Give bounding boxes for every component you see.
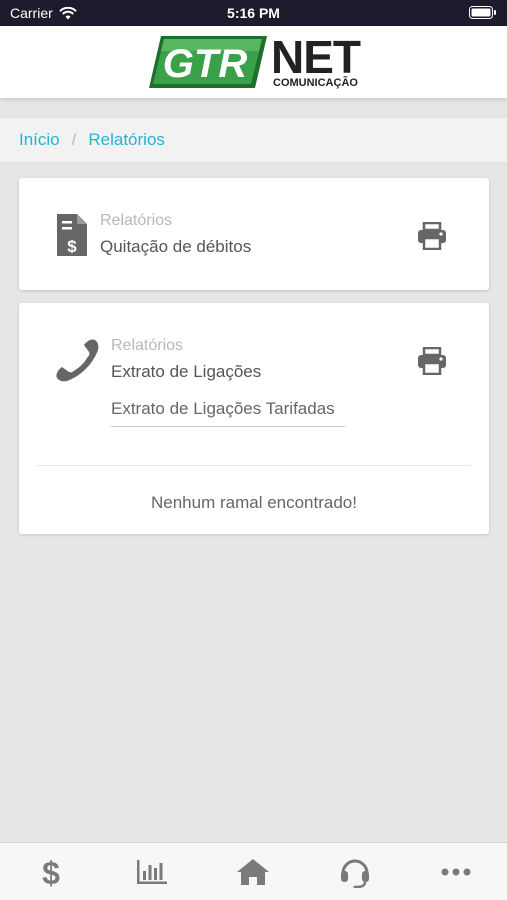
- logo-net-text: NET: [271, 31, 361, 83]
- printer-icon[interactable]: [417, 347, 447, 375]
- svg-text:$: $: [42, 855, 60, 889]
- home-icon: [237, 858, 270, 885]
- tab-reports[interactable]: [122, 847, 182, 897]
- carrier-indicator: Carrier: [10, 5, 77, 21]
- bottom-tab-bar: $: [0, 842, 507, 900]
- svg-text:$: $: [67, 237, 77, 256]
- card-category-label: Relatórios: [111, 337, 184, 354]
- dollar-icon: $: [42, 855, 60, 889]
- logo-net-block: NET COMUNICAÇÃO: [271, 31, 361, 89]
- status-bar: Carrier 5:16 PM: [0, 0, 507, 26]
- carrier-label: Carrier: [10, 5, 53, 21]
- breadcrumb: Início / Relatórios: [0, 118, 507, 162]
- card-divider: [37, 465, 471, 466]
- tab-finance[interactable]: $: [21, 847, 81, 897]
- empty-extension-message: Nenhum ramal encontrado!: [150, 493, 357, 512]
- card-category-label: Relatórios: [100, 212, 173, 229]
- logo-gtr-text: GTR: [163, 42, 248, 86]
- breadcrumb-separator: /: [71, 130, 77, 149]
- breadcrumb-reports-link[interactable]: Relatórios: [88, 130, 165, 150]
- gtr-net-logo: GTR NET COMUNICAÇÃO: [147, 31, 361, 92]
- tab-more[interactable]: [426, 847, 486, 897]
- report-card-call-statement: Relatórios Extrato de Ligações Extrato d…: [19, 303, 489, 534]
- app-header: GTR NET COMUNICAÇÃO: [0, 26, 507, 98]
- phone-icon: [56, 339, 99, 382]
- report-card-debt-settlement[interactable]: $ Relatórios Quitação de débitos: [19, 178, 489, 290]
- card-title: Quitação de débitos: [100, 237, 252, 256]
- receipt-dollar-icon: $: [57, 214, 87, 256]
- logo-sub-text: COMUNICAÇÃO: [273, 77, 358, 89]
- tab-support[interactable]: [325, 847, 385, 897]
- tab-home[interactable]: [223, 847, 283, 897]
- breadcrumb-home-link[interactable]: Início: [19, 130, 60, 150]
- battery-icon: [469, 6, 496, 19]
- more-icon: [441, 868, 471, 875]
- wifi-icon: [59, 6, 77, 19]
- headset-icon: [340, 859, 369, 888]
- bar-chart-icon: [137, 859, 168, 884]
- report-type-select[interactable]: Extrato de Ligações Tarifadas: [111, 395, 345, 427]
- gtr-logo-mark: GTR: [149, 36, 267, 88]
- card-title: Extrato de Ligações: [111, 362, 262, 381]
- printer-icon[interactable]: [417, 222, 447, 250]
